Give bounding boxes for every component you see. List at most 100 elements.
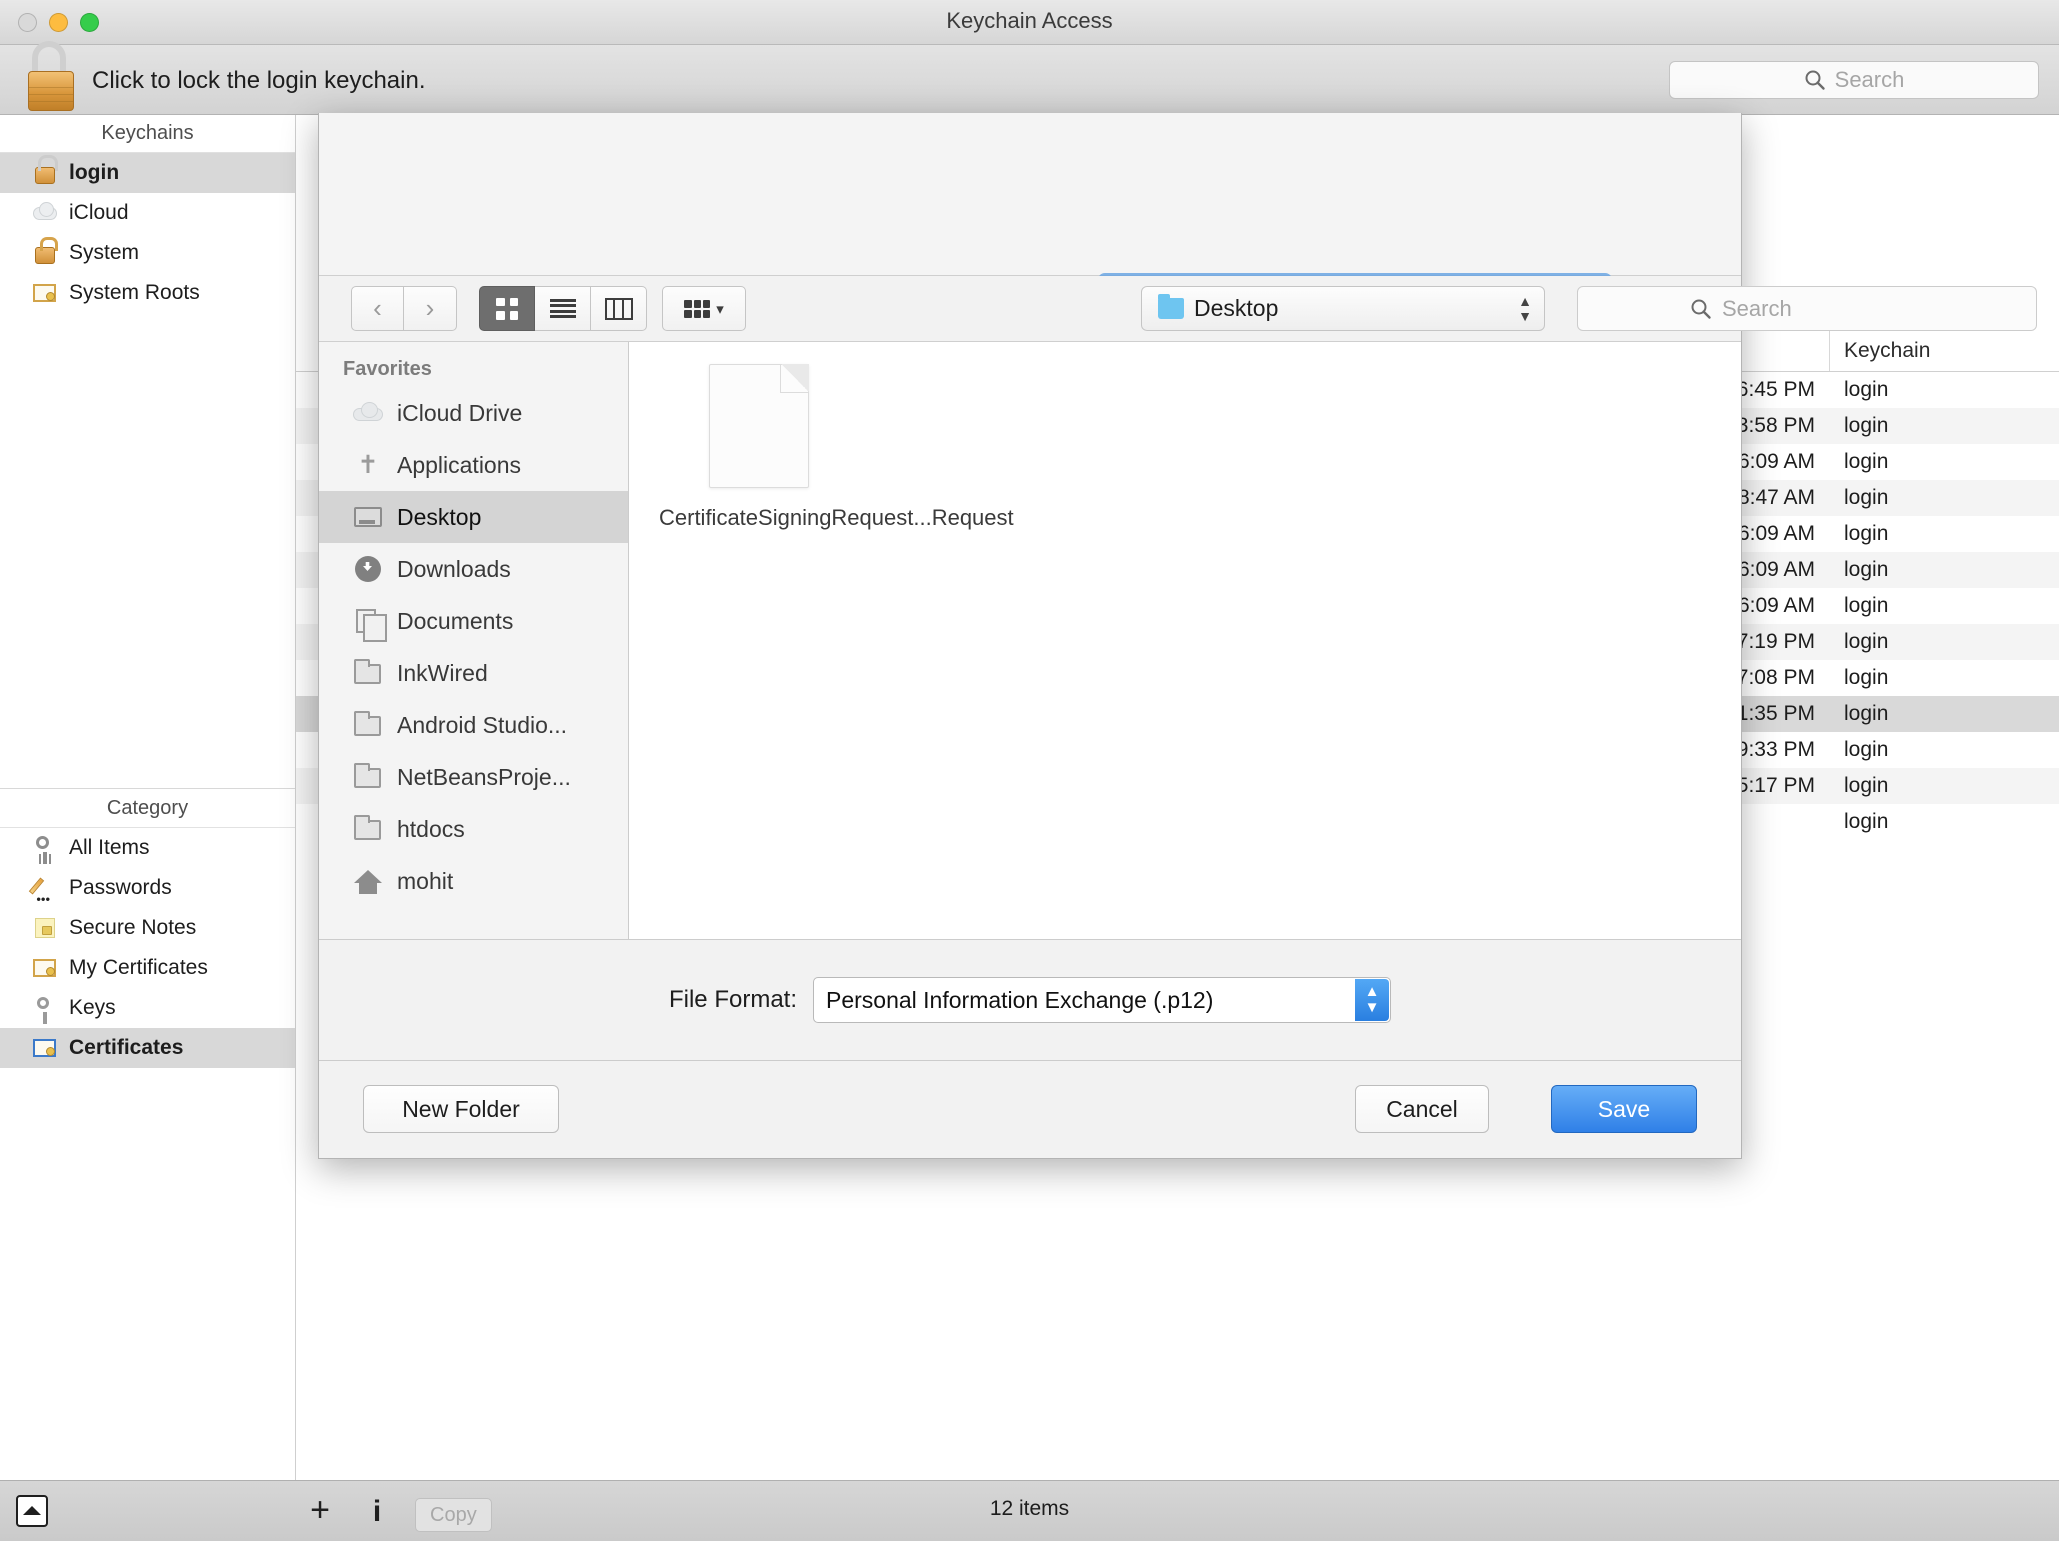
cell-keychain: login bbox=[1829, 666, 2059, 690]
keychains-header: Keychains bbox=[0, 115, 295, 153]
favorite-item-label: Applications bbox=[397, 452, 521, 479]
dialog-search-input[interactable]: Search bbox=[1577, 286, 2037, 331]
search-input[interactable]: Search bbox=[1669, 61, 2039, 99]
view-mode-buttons bbox=[479, 286, 647, 331]
forward-button[interactable]: › bbox=[404, 286, 457, 331]
folder-icon bbox=[1158, 298, 1184, 319]
category-header: Category bbox=[0, 788, 295, 828]
search-icon bbox=[1804, 69, 1826, 91]
file-format-panel: File Format: Personal Information Exchan… bbox=[319, 939, 1741, 1061]
sidebar-item-keys[interactable]: Keys bbox=[0, 988, 295, 1028]
sidebar-item-system-roots[interactable]: System Roots bbox=[0, 273, 295, 313]
sidebar-item-system[interactable]: System bbox=[0, 233, 295, 273]
new-folder-button[interactable]: New Folder bbox=[363, 1085, 559, 1133]
favorite-item-desktop[interactable]: Desktop bbox=[319, 491, 628, 543]
favorites-sidebar: Favorites iCloud Drive ✝ Applications De… bbox=[319, 342, 629, 939]
certificates-stack-icon bbox=[32, 280, 58, 306]
favorite-item-label: NetBeansProje... bbox=[397, 764, 571, 791]
page-title: Keychain Access bbox=[0, 8, 2059, 34]
favorite-item-applications[interactable]: ✝ Applications bbox=[319, 439, 628, 491]
cell-keychain: login bbox=[1829, 630, 2059, 654]
file-item[interactable]: CertificateSigningRequest...Request bbox=[659, 364, 859, 534]
sidebar-item-label: All Items bbox=[69, 836, 150, 860]
sidebar-item-all-items[interactable]: All Items bbox=[0, 828, 295, 868]
sidebar-item-icloud[interactable]: iCloud bbox=[0, 193, 295, 233]
cell-keychain: login bbox=[1829, 450, 2059, 474]
chevron-right-icon: › bbox=[426, 293, 435, 324]
save-dialog-footer: New Folder Cancel Save bbox=[319, 1061, 1741, 1158]
certificate-icon bbox=[32, 955, 58, 981]
dialog-search-placeholder: Search bbox=[1722, 296, 1792, 322]
title-bar: Keychain Access bbox=[0, 0, 2059, 45]
category-list: All Items Passwords Secure Notes My Cert… bbox=[0, 828, 295, 1068]
folder-icon bbox=[353, 815, 383, 843]
columns-icon bbox=[605, 298, 633, 320]
favorite-item-mohit[interactable]: mohit bbox=[319, 855, 628, 907]
favorite-item-label: Documents bbox=[397, 608, 513, 635]
favorite-item-downloads[interactable]: Downloads bbox=[319, 543, 628, 595]
favorite-item-inkwired[interactable]: InkWired bbox=[319, 647, 628, 699]
save-dialog: Save As: Certificates ^ Tags: ‹ › bbox=[318, 113, 1742, 1159]
sidebar-item-label: System Roots bbox=[69, 281, 200, 305]
desktop-icon bbox=[353, 503, 383, 531]
sidebar: Keychains login iCloud System System Roo… bbox=[0, 115, 296, 1480]
status-bar: + i Copy 12 items bbox=[0, 1480, 2059, 1541]
arrange-by-button[interactable]: ▾ bbox=[662, 286, 746, 331]
column-view-button[interactable] bbox=[591, 286, 647, 331]
favorite-item-documents[interactable]: Documents bbox=[319, 595, 628, 647]
favorite-item-label: mohit bbox=[397, 868, 453, 895]
location-popup-button[interactable]: Desktop ▲▼ bbox=[1141, 286, 1545, 331]
back-button[interactable]: ‹ bbox=[351, 286, 404, 331]
sidebar-item-secure-notes[interactable]: Secure Notes bbox=[0, 908, 295, 948]
downloads-icon bbox=[353, 555, 383, 583]
home-icon bbox=[353, 867, 383, 895]
favorites-header: Favorites bbox=[319, 342, 628, 387]
chevron-down-icon: ▾ bbox=[716, 300, 724, 318]
sidebar-item-passwords[interactable]: Passwords bbox=[0, 868, 295, 908]
icon-view-button[interactable] bbox=[479, 286, 535, 331]
column-header-keychain[interactable]: Keychain bbox=[1829, 330, 2059, 371]
list-view-button[interactable] bbox=[535, 286, 591, 331]
sidebar-item-login[interactable]: login bbox=[0, 153, 295, 193]
cloud-icon bbox=[32, 200, 58, 226]
file-browser-toolbar: ‹ › ▾ Desktop ▲▼ bbox=[319, 276, 1741, 342]
cell-keychain: login bbox=[1829, 414, 2059, 438]
favorite-item-label: Desktop bbox=[397, 504, 481, 531]
cell-keychain: login bbox=[1829, 558, 2059, 582]
file-browser: Favorites iCloud Drive ✝ Applications De… bbox=[319, 342, 1741, 939]
favorite-item-icloud-drive[interactable]: iCloud Drive bbox=[319, 387, 628, 439]
item-count-label: 12 items bbox=[0, 1497, 2059, 1521]
favorite-item-netbeansprojects[interactable]: NetBeansProje... bbox=[319, 751, 628, 803]
cancel-button[interactable]: Cancel bbox=[1355, 1085, 1489, 1133]
lock-status-label: Click to lock the login keychain. bbox=[92, 67, 426, 95]
favorite-item-label: Android Studio... bbox=[397, 712, 567, 739]
grid-icon bbox=[496, 298, 518, 320]
favorite-item-android-studio[interactable]: Android Studio... bbox=[319, 699, 628, 751]
list-icon bbox=[550, 299, 576, 319]
documents-icon bbox=[353, 607, 383, 635]
sidebar-item-label: System bbox=[69, 241, 139, 265]
arrange-icon bbox=[684, 300, 710, 318]
favorite-item-label: Downloads bbox=[397, 556, 511, 583]
keyring-icon bbox=[32, 835, 58, 861]
location-name: Desktop bbox=[1194, 295, 1278, 322]
file-format-label: File Format: bbox=[669, 986, 797, 1014]
nav-buttons: ‹ › bbox=[351, 286, 457, 331]
file-format-select[interactable]: Personal Information Exchange (.p12) ▲▼ bbox=[813, 977, 1391, 1023]
app-toolbar: Click to lock the login keychain. Search bbox=[0, 45, 2059, 115]
sidebar-item-label: Passwords bbox=[69, 876, 172, 900]
keychain-access-window: Keychain Access Click to lock the login … bbox=[0, 0, 2059, 1541]
sidebar-item-my-certificates[interactable]: My Certificates bbox=[0, 948, 295, 988]
sidebar-item-certificates[interactable]: Certificates bbox=[0, 1028, 295, 1068]
lock-open-icon bbox=[32, 160, 58, 186]
sidebar-item-label: Secure Notes bbox=[69, 916, 196, 940]
search-placeholder: Search bbox=[1835, 67, 1905, 93]
favorite-item-htdocs[interactable]: htdocs bbox=[319, 803, 628, 855]
updown-stepper-icon: ▲▼ bbox=[1518, 294, 1532, 324]
cloud-icon bbox=[353, 399, 383, 427]
save-button[interactable]: Save bbox=[1551, 1085, 1697, 1133]
chevron-left-icon: ‹ bbox=[373, 293, 382, 324]
lock-open-icon bbox=[32, 41, 66, 75]
lock-keychain-button[interactable] bbox=[20, 33, 82, 118]
cell-keychain: login bbox=[1829, 378, 2059, 402]
